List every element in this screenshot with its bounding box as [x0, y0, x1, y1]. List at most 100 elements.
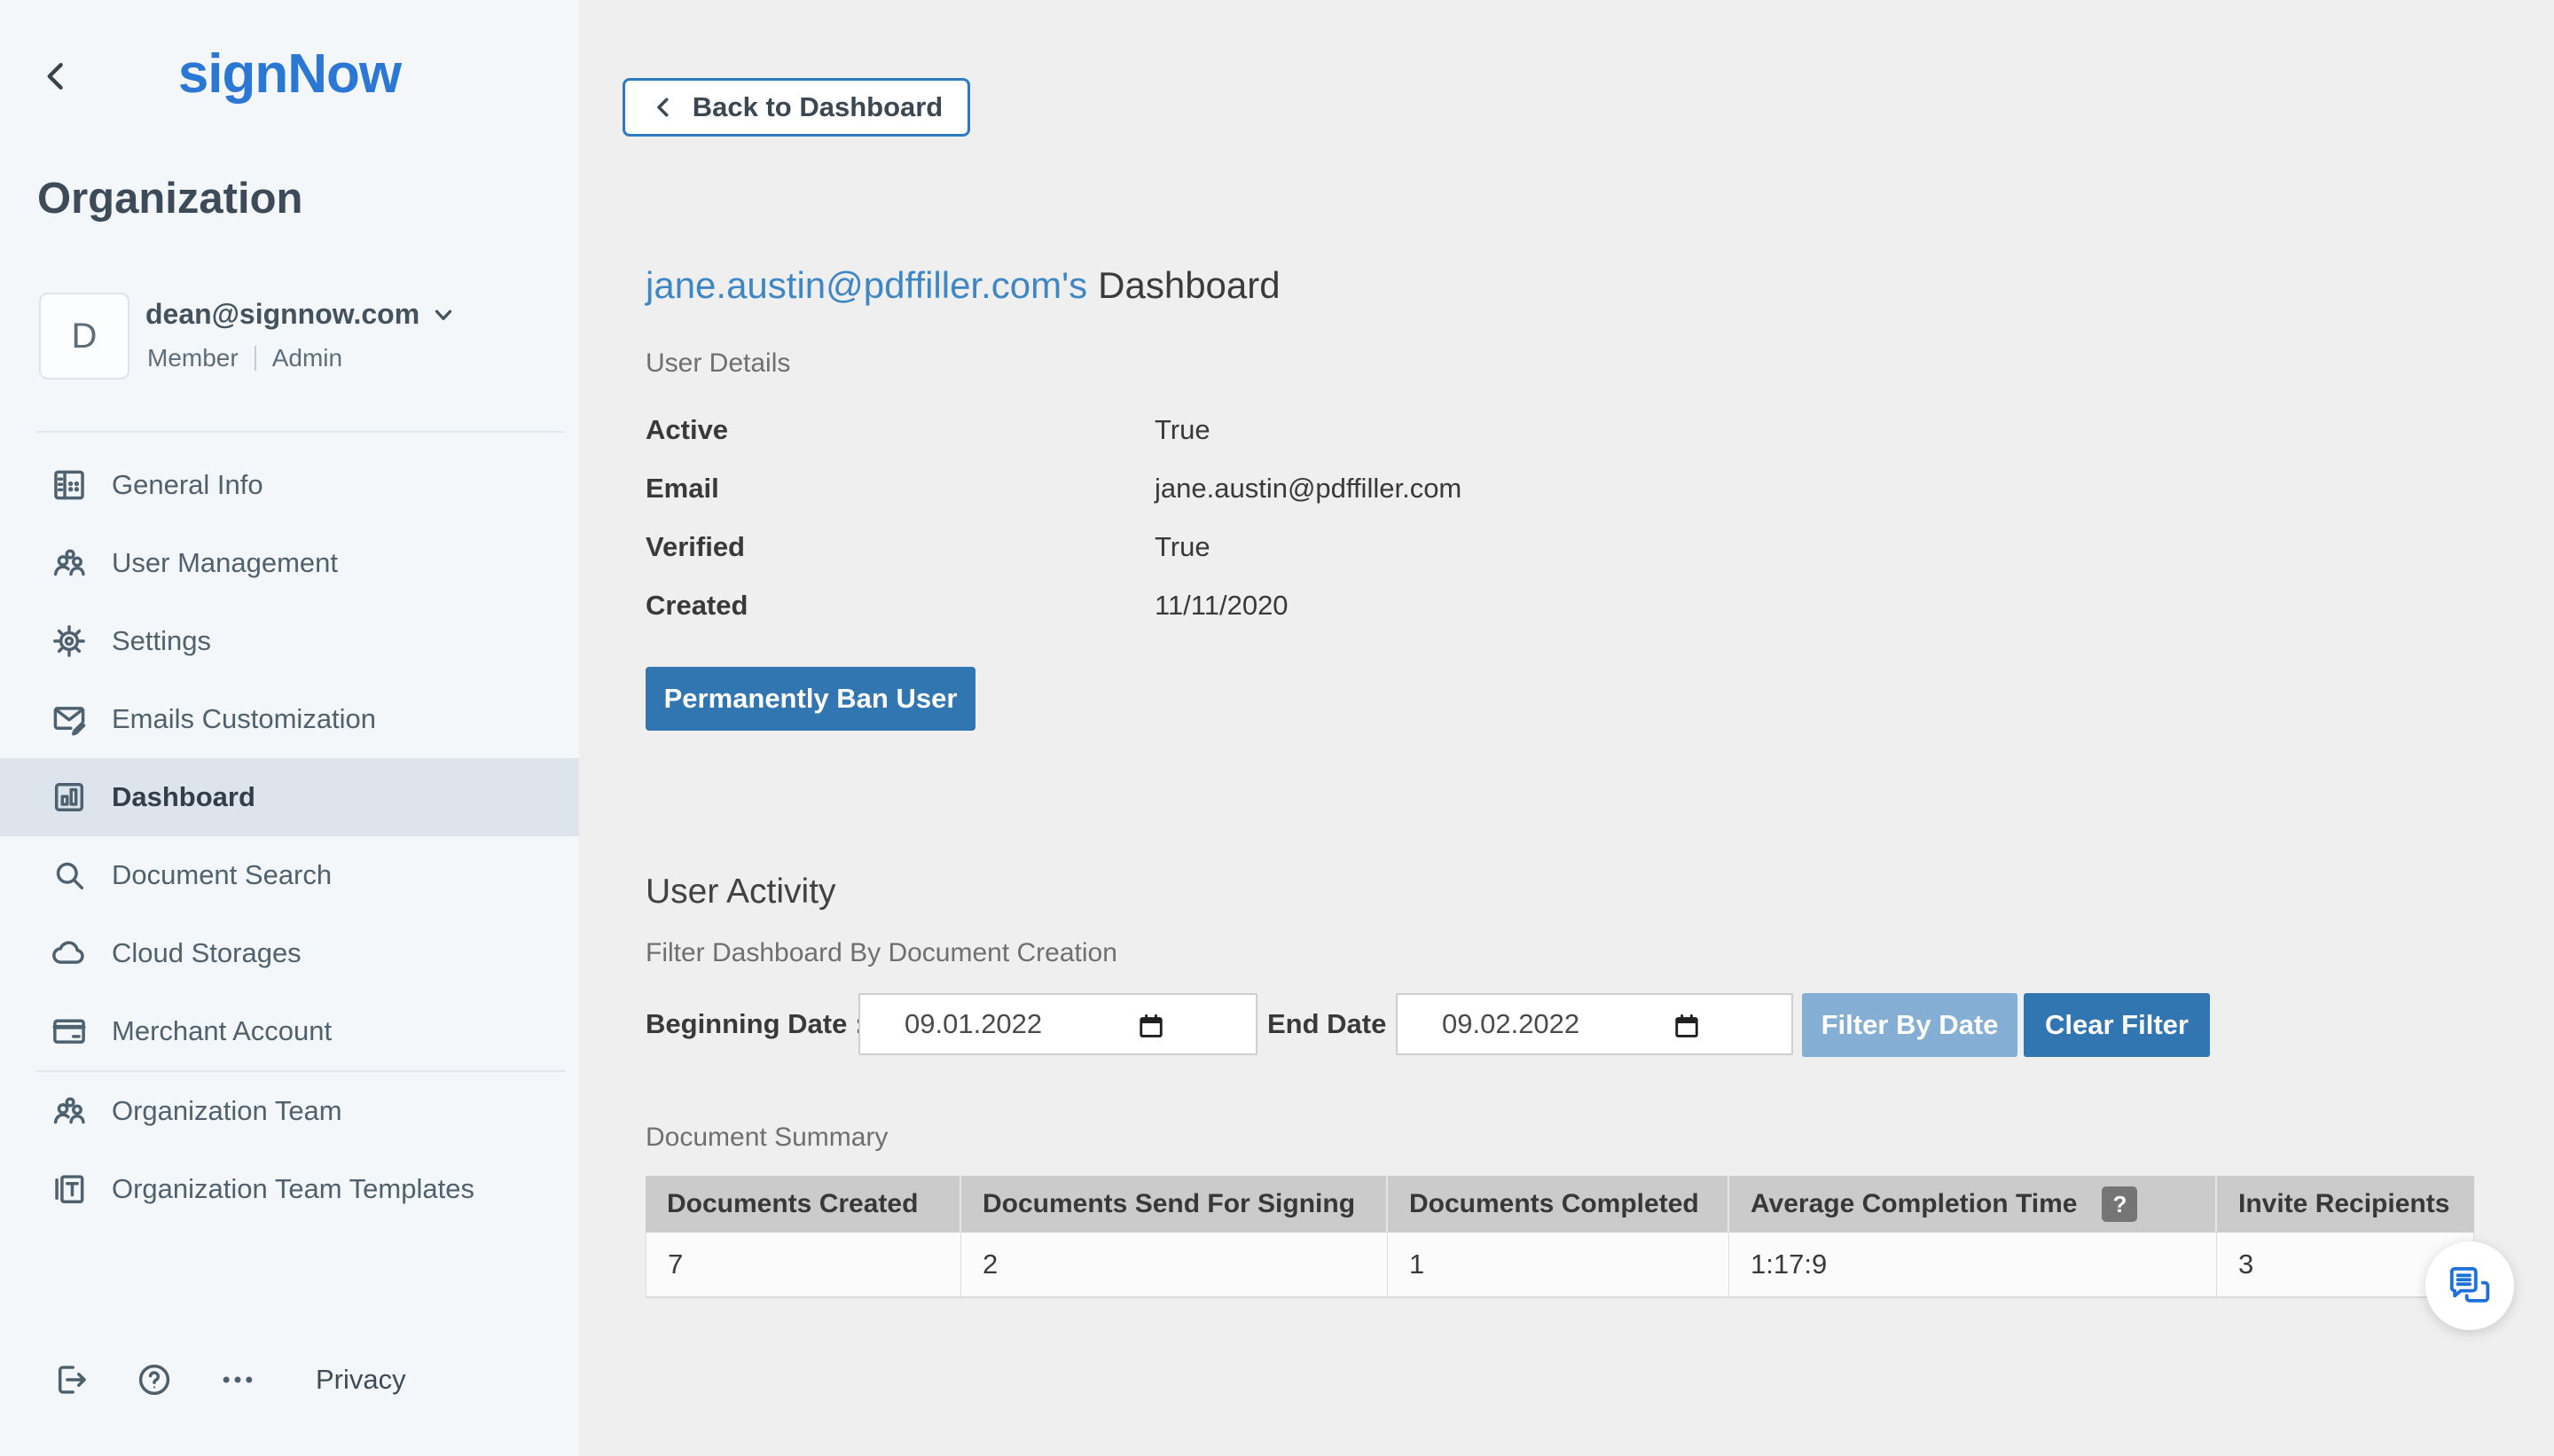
sidebar-item-label: Organization Team [112, 1095, 342, 1127]
logout-button[interactable] [51, 1360, 90, 1399]
user-roles: Member Admin [147, 344, 342, 372]
sidebar-divider-top [35, 431, 563, 433]
main-content: Back to Dashboard jane.austin@pdffiller.… [579, 0, 2554, 1456]
sidebar-item-organization-team[interactable]: Organization Team [0, 1072, 579, 1150]
bar-chart-icon [50, 778, 89, 817]
sidebar-item-organization-team-templates[interactable]: Organization Team Templates [0, 1150, 579, 1228]
sidebar-item-label: User Management [112, 547, 338, 579]
detail-label: Email [646, 473, 1155, 505]
brand-logo[interactable]: signNow [0, 43, 579, 106]
help-icon [135, 1360, 174, 1399]
summary-header-row: Documents Created Documents Send For Sig… [646, 1176, 2474, 1233]
sidebar-item-cloud-storages[interactable]: Cloud Storages [0, 914, 579, 992]
summary-value-documents-send-for-signing: 2 [961, 1233, 1388, 1296]
calendar-icon[interactable] [1671, 1010, 1703, 1042]
team-icon [50, 1092, 89, 1131]
document-summary-heading: Document Summary [646, 1123, 888, 1153]
summary-col-documents-created: Documents Created [646, 1176, 961, 1233]
back-to-dashboard-button[interactable]: Back to Dashboard [623, 78, 970, 137]
search-icon [50, 856, 89, 895]
calendar-icon[interactable] [1135, 1010, 1167, 1042]
detail-label: Active [646, 414, 1155, 446]
envelope-edit-icon [50, 700, 89, 739]
logout-icon [51, 1360, 90, 1399]
ellipsis-icon [218, 1360, 257, 1399]
detail-value: jane.austin@pdffiller.com [1155, 473, 1461, 505]
detail-row-email: Email jane.austin@pdffiller.com [646, 459, 1461, 518]
user-details-table: Active True Email jane.austin@pdffiller.… [646, 401, 1461, 635]
beginning-date-input[interactable] [860, 995, 1256, 1053]
detail-row-verified: Verified True [646, 518, 1461, 576]
chevron-down-icon [430, 301, 457, 328]
user-activity-heading: User Activity [646, 873, 836, 912]
column-label: Documents Send For Signing [983, 1189, 1355, 1219]
detail-label: Created [646, 590, 1155, 622]
sidebar: signNow Organization D dean@signnow.com … [0, 0, 579, 1456]
privacy-link[interactable]: Privacy [316, 1364, 406, 1396]
role-divider [255, 346, 256, 371]
more-button[interactable] [218, 1360, 257, 1399]
credit-card-icon [50, 1012, 89, 1051]
sidebar-item-settings[interactable]: Settings [0, 602, 579, 680]
date-filter-row: Beginning Date : End Date : Filter By Da… [646, 993, 2508, 1057]
column-label: Documents Created [667, 1189, 918, 1219]
sidebar-item-general-info[interactable]: General Info [0, 446, 579, 524]
back-button-label: Back to Dashboard [693, 91, 944, 123]
chat-icon [2446, 1262, 2494, 1310]
sidebar-item-label: Document Search [112, 859, 332, 891]
summary-value-average-completion-time: 1:17:9 [1729, 1233, 2217, 1296]
detail-value: True [1155, 414, 1210, 446]
sidebar-item-label: Emails Customization [112, 703, 376, 735]
summary-col-invite-recipients: Invite Recipients [2217, 1176, 2474, 1233]
summary-col-documents-send-for-signing: Documents Send For Signing [961, 1176, 1388, 1233]
clear-filter-button[interactable]: Clear Filter [2024, 993, 2210, 1057]
chat-fab-button[interactable] [2425, 1241, 2514, 1330]
sidebar-item-label: Merchant Account [112, 1015, 332, 1047]
end-date-field [1396, 993, 1793, 1055]
filter-subheading: Filter Dashboard By Document Creation [646, 938, 1117, 968]
building-icon [50, 466, 89, 505]
sidebar-title: Organization [37, 174, 302, 223]
sidebar-item-label: Cloud Storages [112, 937, 302, 969]
beginning-date-field [858, 993, 1257, 1055]
help-button[interactable] [135, 1360, 174, 1399]
gear-icon [50, 622, 89, 661]
summary-col-average-completion-time: Average Completion Time ? [1729, 1176, 2217, 1233]
detail-row-active: Active True [646, 401, 1461, 459]
sidebar-item-label: Dashboard [112, 781, 255, 813]
user-dropdown[interactable]: dean@signnow.com [145, 298, 457, 331]
sidebar-item-user-management[interactable]: User Management [0, 524, 579, 602]
users-icon [50, 544, 89, 583]
page-title: jane.austin@pdffiller.com'sDashboard [646, 264, 1281, 307]
user-details-heading: User Details [646, 348, 790, 379]
user-email-link[interactable]: jane.austin@pdffiller.com's [646, 264, 1087, 306]
column-label: Average Completion Time [1751, 1189, 2077, 1219]
column-label: Documents Completed [1409, 1189, 1699, 1219]
filter-by-date-button[interactable]: Filter By Date [1802, 993, 2017, 1057]
avatar: D [39, 293, 129, 380]
sidebar-item-label: General Info [112, 469, 263, 501]
sidebar-item-document-search[interactable]: Document Search [0, 836, 579, 914]
end-date-input[interactable] [1398, 995, 1791, 1053]
sidebar-item-emails-customization[interactable]: Emails Customization [0, 680, 579, 758]
summary-value-documents-created: 7 [646, 1233, 961, 1296]
beginning-date-label: Beginning Date : [646, 993, 864, 1055]
user-email: dean@signnow.com [145, 298, 419, 331]
detail-label: Verified [646, 531, 1155, 563]
chevron-left-icon [650, 94, 677, 121]
column-label: Invite Recipients [2238, 1189, 2449, 1219]
help-badge[interactable]: ? [2102, 1186, 2137, 1222]
cloud-icon [50, 934, 89, 973]
summary-col-documents-completed: Documents Completed [1388, 1176, 1729, 1233]
detail-value: 11/11/2020 [1155, 590, 1289, 622]
summary-value-row: 7 2 1 1:17:9 3 [646, 1233, 2474, 1298]
sidebar-menu: General Info User Management Settings Em… [0, 446, 579, 1228]
sidebar-item-merchant-account[interactable]: Merchant Account [0, 992, 579, 1070]
permanently-ban-user-button[interactable]: Permanently Ban User [646, 667, 975, 731]
role-admin: Admin [272, 344, 342, 372]
end-date-label: End Date : [1267, 993, 1403, 1055]
summary-value-documents-completed: 1 [1388, 1233, 1729, 1296]
sidebar-item-dashboard[interactable]: Dashboard [0, 758, 579, 836]
detail-row-created: Created 11/11/2020 [646, 576, 1461, 635]
sidebar-item-label: Settings [112, 625, 211, 657]
